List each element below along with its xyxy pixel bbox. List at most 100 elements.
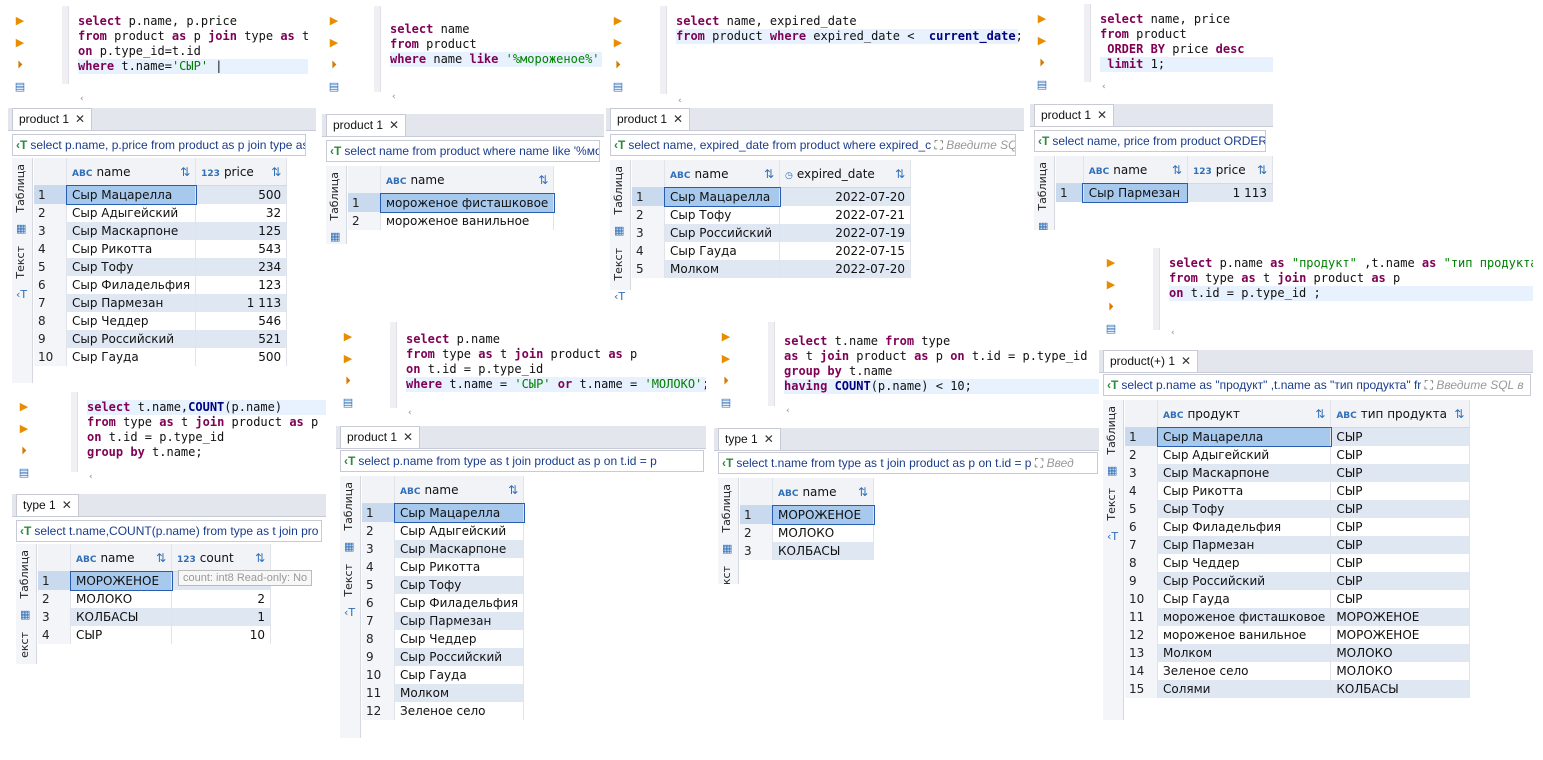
table-row[interactable]: 2 Сыр Адыгейский: [362, 522, 525, 540]
result-filter-input[interactable]: ‹T select name, price from product ORDER …: [1034, 130, 1266, 152]
table-cell[interactable]: Сыр Рикотта: [66, 240, 197, 258]
table-cell[interactable]: 543: [195, 240, 288, 258]
table-row[interactable]: 7 Сыр Пармезан СЫР: [1125, 536, 1471, 554]
table-cell[interactable]: СЫР: [1330, 554, 1471, 572]
sort-filter-icon[interactable]: ⇅: [1454, 407, 1464, 421]
table-cell[interactable]: 2022-07-21: [779, 206, 911, 224]
table-row[interactable]: 10 Сыр Гауда СЫР: [1125, 590, 1471, 608]
table-cell[interactable]: Сыр Адыгейский: [1157, 446, 1332, 464]
expand-icon[interactable]: ⛶: [931, 138, 946, 152]
table-view-label[interactable]: Таблица: [18, 550, 31, 599]
text-view-icon[interactable]: ‹T: [1107, 530, 1118, 543]
run-plan-icon[interactable]: ▶: [720, 352, 732, 366]
table-cell[interactable]: Сыр Гауда: [664, 242, 780, 260]
table-cell[interactable]: КОЛБАСЫ: [1330, 680, 1471, 698]
table-cell[interactable]: 2: [171, 590, 271, 608]
table-row[interactable]: 2 МОЛОКО 2: [38, 590, 271, 608]
scroll-left-icon[interactable]: ‹: [89, 472, 93, 484]
table-cell[interactable]: Сыр Российский: [66, 330, 197, 348]
table-row[interactable]: 15 Солями КОЛБАСЫ: [1125, 680, 1471, 698]
text-view-label[interactable]: Текст: [1105, 488, 1118, 521]
table-cell[interactable]: СЫР: [1330, 427, 1471, 446]
table-row[interactable]: 5 Сыр Тофу: [362, 576, 525, 594]
result-tab[interactable]: product(+) 1 ✕: [1103, 350, 1199, 372]
result-filter-input[interactable]: ‹T select name from product where name li…: [326, 140, 600, 162]
table-cell[interactable]: Сыр Тофу: [394, 576, 525, 594]
explain-icon[interactable]: ▤: [342, 396, 354, 410]
table-view-icon[interactable]: ▦: [16, 222, 26, 235]
table-view-label[interactable]: Таблица: [342, 482, 355, 531]
table-cell[interactable]: Сыр Мацарелла: [393, 502, 525, 523]
sort-filter-icon[interactable]: ⇅: [271, 165, 281, 179]
table-view-icon[interactable]: ▦: [614, 224, 624, 237]
text-view-label[interactable]: Текст: [14, 246, 27, 279]
run-statement-icon[interactable]: ▶: [720, 330, 732, 344]
scroll-left-icon[interactable]: ‹: [1171, 328, 1175, 340]
table-row[interactable]: 4 СЫР 10: [38, 626, 271, 644]
table-cell[interactable]: Сыр Гауда: [66, 348, 197, 366]
table-cell[interactable]: мороженое ванильное: [1157, 626, 1332, 644]
sort-filter-icon[interactable]: ⇅: [1315, 407, 1325, 421]
table-cell[interactable]: 234: [195, 258, 288, 276]
text-view-icon[interactable]: ‹T: [16, 288, 27, 301]
table-cell[interactable]: 500: [195, 348, 288, 366]
result-tab[interactable]: product 1 ✕: [340, 426, 421, 448]
run-statement-icon[interactable]: ▶: [342, 330, 354, 344]
sql-editor[interactable]: select p.name from type as t join product…: [406, 332, 706, 392]
explain-icon[interactable]: ▤: [14, 80, 26, 94]
table-row[interactable]: 9 Сыр Российский: [362, 648, 525, 666]
table-cell[interactable]: 1: [171, 608, 271, 626]
text-view-label[interactable]: Текст: [342, 564, 355, 597]
scroll-left-icon[interactable]: ‹: [678, 96, 682, 108]
result-filter-input[interactable]: ‹T select p.name, p.price from product as…: [12, 134, 306, 156]
table-cell[interactable]: МОРОЖЕНОЕ: [1330, 626, 1471, 644]
table-cell[interactable]: МОРОЖЕНОЕ: [1330, 608, 1471, 626]
table-cell[interactable]: мороженое фисташковое: [379, 192, 555, 213]
table-view-label[interactable]: Таблица: [1105, 406, 1118, 455]
run-script-icon[interactable]: ⏵: [14, 58, 26, 72]
table-cell[interactable]: Сыр Рикотта: [1157, 482, 1332, 500]
run-statement-icon[interactable]: ▶: [1105, 256, 1117, 270]
table-row[interactable]: 2 мороженое ванильное: [348, 212, 555, 230]
result-tab[interactable]: product 1 ✕: [12, 108, 93, 130]
table-cell[interactable]: Сыр Маскарпоне: [1157, 464, 1332, 482]
result-filter-input[interactable]: ‹T select p.name from type as t join prod…: [340, 450, 704, 472]
run-statement-icon[interactable]: ▶: [18, 400, 30, 414]
text-view-label[interactable]: екст: [18, 632, 31, 658]
table-cell[interactable]: СЫР: [1330, 500, 1471, 518]
sql-editor[interactable]: select name from product where name like '…: [390, 22, 602, 67]
table-row[interactable]: 3 Сыр Маскарпоне: [362, 540, 525, 558]
table-cell[interactable]: 32: [195, 204, 288, 222]
table-row[interactable]: 6 Сыр Филадельфия СЫР: [1125, 518, 1471, 536]
result-tab[interactable]: type 1 ✕: [718, 428, 781, 450]
table-cell[interactable]: Сыр Филадельфия: [66, 276, 197, 294]
close-tab-icon[interactable]: ✕: [764, 429, 774, 450]
sql-editor[interactable]: select name, price from product ORDER BY …: [1100, 12, 1273, 72]
expand-icon[interactable]: ⛶: [1421, 378, 1436, 392]
table-row[interactable]: 2 Сыр Адыгейский 32: [34, 204, 288, 222]
table-cell[interactable]: Сыр Российский: [1157, 572, 1332, 590]
table-cell[interactable]: СЫР: [1330, 482, 1471, 500]
table-cell[interactable]: Сыр Адыгейский: [66, 204, 197, 222]
scroll-left-icon[interactable]: ‹: [786, 406, 790, 418]
table-cell[interactable]: Сыр Пармезан: [66, 294, 197, 312]
result-tab[interactable]: product 1 ✕: [1034, 104, 1115, 126]
table-cell[interactable]: 10: [171, 626, 271, 644]
table-cell[interactable]: МОРОЖЕНОЕ: [771, 504, 875, 525]
column-header[interactable]: ABC тип продукта ⇅: [1330, 400, 1471, 428]
table-row[interactable]: 2 МОЛОКО: [740, 524, 874, 542]
table-cell[interactable]: Сыр Мацарелла: [1156, 426, 1332, 447]
table-view-icon[interactable]: ▦: [330, 230, 340, 243]
run-plan-icon[interactable]: ▶: [342, 352, 354, 366]
table-cell[interactable]: Сыр Пармезан: [394, 612, 525, 630]
table-cell[interactable]: СЫР: [1330, 464, 1471, 482]
table-cell[interactable]: 500: [195, 185, 288, 204]
result-filter-input[interactable]: ‹T select name, expired_date from product…: [610, 134, 1016, 156]
table-cell[interactable]: 546: [195, 312, 288, 330]
close-tab-icon[interactable]: ✕: [389, 115, 399, 136]
table-row[interactable]: 8 Сыр Чеддер СЫР: [1125, 554, 1471, 572]
table-cell[interactable]: Сыр Тофу: [664, 206, 780, 224]
table-cell[interactable]: 2022-07-19: [779, 224, 911, 242]
explain-icon[interactable]: ▤: [1036, 78, 1048, 92]
table-row[interactable]: 2 Сыр Тофу 2022-07-21: [632, 206, 911, 224]
